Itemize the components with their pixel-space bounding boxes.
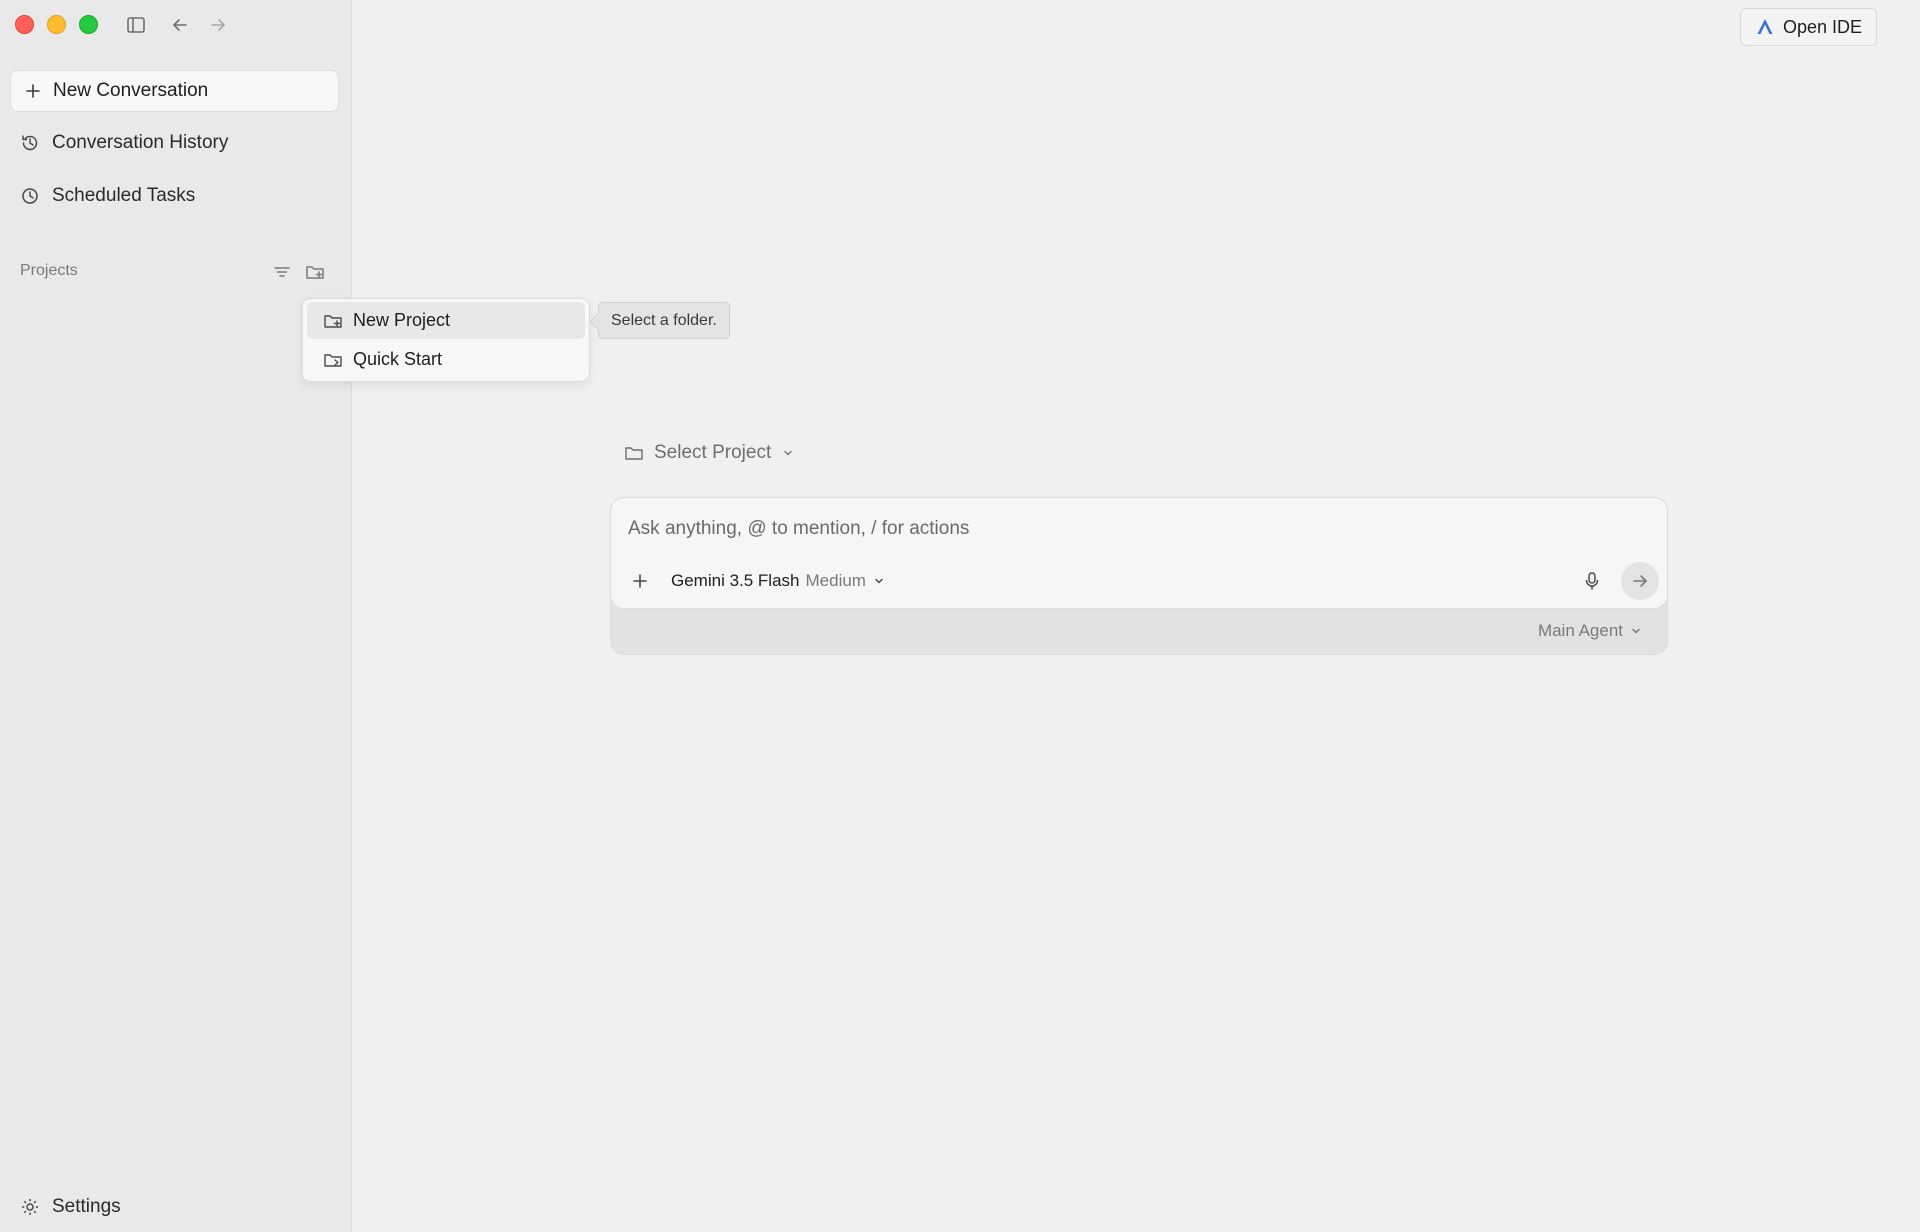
attach-plus-icon[interactable] bbox=[628, 569, 652, 593]
menu-item-label: Quick Start bbox=[353, 349, 443, 369]
minimize-window-button[interactable] bbox=[47, 15, 66, 34]
menu-item-quick-start[interactable]: Quick Start bbox=[307, 341, 585, 378]
send-button[interactable] bbox=[1621, 562, 1659, 600]
gear-icon bbox=[22, 1199, 38, 1215]
clock-icon bbox=[22, 188, 38, 204]
new-conversation-button[interactable]: New Conversation bbox=[10, 70, 339, 112]
composer: Gemini 3.5 Flash Medium bbox=[610, 497, 1668, 609]
back-arrow-icon[interactable] bbox=[168, 13, 192, 37]
sidebar-toggle-icon[interactable] bbox=[124, 13, 148, 37]
model-effort: Medium bbox=[805, 571, 866, 590]
settings-button[interactable]: Settings bbox=[20, 1196, 121, 1218]
window-controls bbox=[15, 15, 98, 34]
forward-arrow-icon[interactable] bbox=[206, 13, 230, 37]
new-conversation-label: New Conversation bbox=[53, 80, 209, 101]
menu-item-label: New Project bbox=[353, 310, 451, 330]
folder-plus-icon[interactable] bbox=[303, 260, 327, 284]
chevron-down-icon bbox=[784, 450, 792, 456]
folder-arrow-icon bbox=[324, 353, 342, 367]
projects-heading: Projects bbox=[20, 262, 78, 279]
select-project-label: Select Project bbox=[654, 442, 772, 463]
app-window: New Conversation Conversation History Sc… bbox=[0, 0, 1920, 1232]
microphone-icon[interactable] bbox=[1579, 568, 1605, 594]
new-project-menu: New Project Quick Start bbox=[302, 298, 590, 382]
agent-selector[interactable]: Main Agent bbox=[1538, 621, 1643, 641]
model-name: Gemini 3.5 Flash bbox=[671, 571, 800, 590]
maximize-window-button[interactable] bbox=[79, 15, 98, 34]
select-project-dropdown[interactable]: Select Project bbox=[624, 442, 795, 464]
sidebar-item-conversation-history[interactable]: Conversation History bbox=[10, 122, 339, 164]
close-window-button[interactable] bbox=[15, 15, 34, 34]
folder-icon bbox=[625, 447, 643, 460]
ide-logo-icon bbox=[1757, 19, 1773, 34]
sidebar-item-label: Scheduled Tasks bbox=[52, 185, 196, 206]
menu-item-new-project[interactable]: New Project bbox=[307, 302, 585, 339]
composer-container: Gemini 3.5 Flash Medium Main Agent bbox=[610, 497, 1668, 655]
folder-plus-icon bbox=[324, 314, 342, 328]
tooltip: Select a folder. bbox=[598, 302, 730, 339]
filter-icon[interactable] bbox=[270, 260, 294, 284]
settings-label: Settings bbox=[52, 1196, 121, 1217]
plus-icon bbox=[26, 84, 40, 98]
open-ide-label: Open IDE bbox=[1782, 16, 1862, 37]
model-selector[interactable]: Gemini 3.5 Flash Medium bbox=[671, 569, 886, 593]
agent-label: Main Agent bbox=[1537, 621, 1623, 640]
sidebar-item-label: Conversation History bbox=[52, 132, 229, 153]
chevron-down-icon bbox=[875, 578, 883, 584]
history-icon bbox=[22, 135, 38, 151]
prompt-input[interactable] bbox=[628, 518, 1528, 540]
sidebar-item-scheduled-tasks[interactable]: Scheduled Tasks bbox=[10, 175, 339, 217]
arrow-right-icon bbox=[1633, 575, 1647, 587]
chevron-down-icon bbox=[1632, 628, 1640, 634]
sidebar: New Conversation Conversation History Sc… bbox=[0, 0, 352, 1232]
open-ide-button[interactable]: Open IDE bbox=[1739, 8, 1877, 46]
